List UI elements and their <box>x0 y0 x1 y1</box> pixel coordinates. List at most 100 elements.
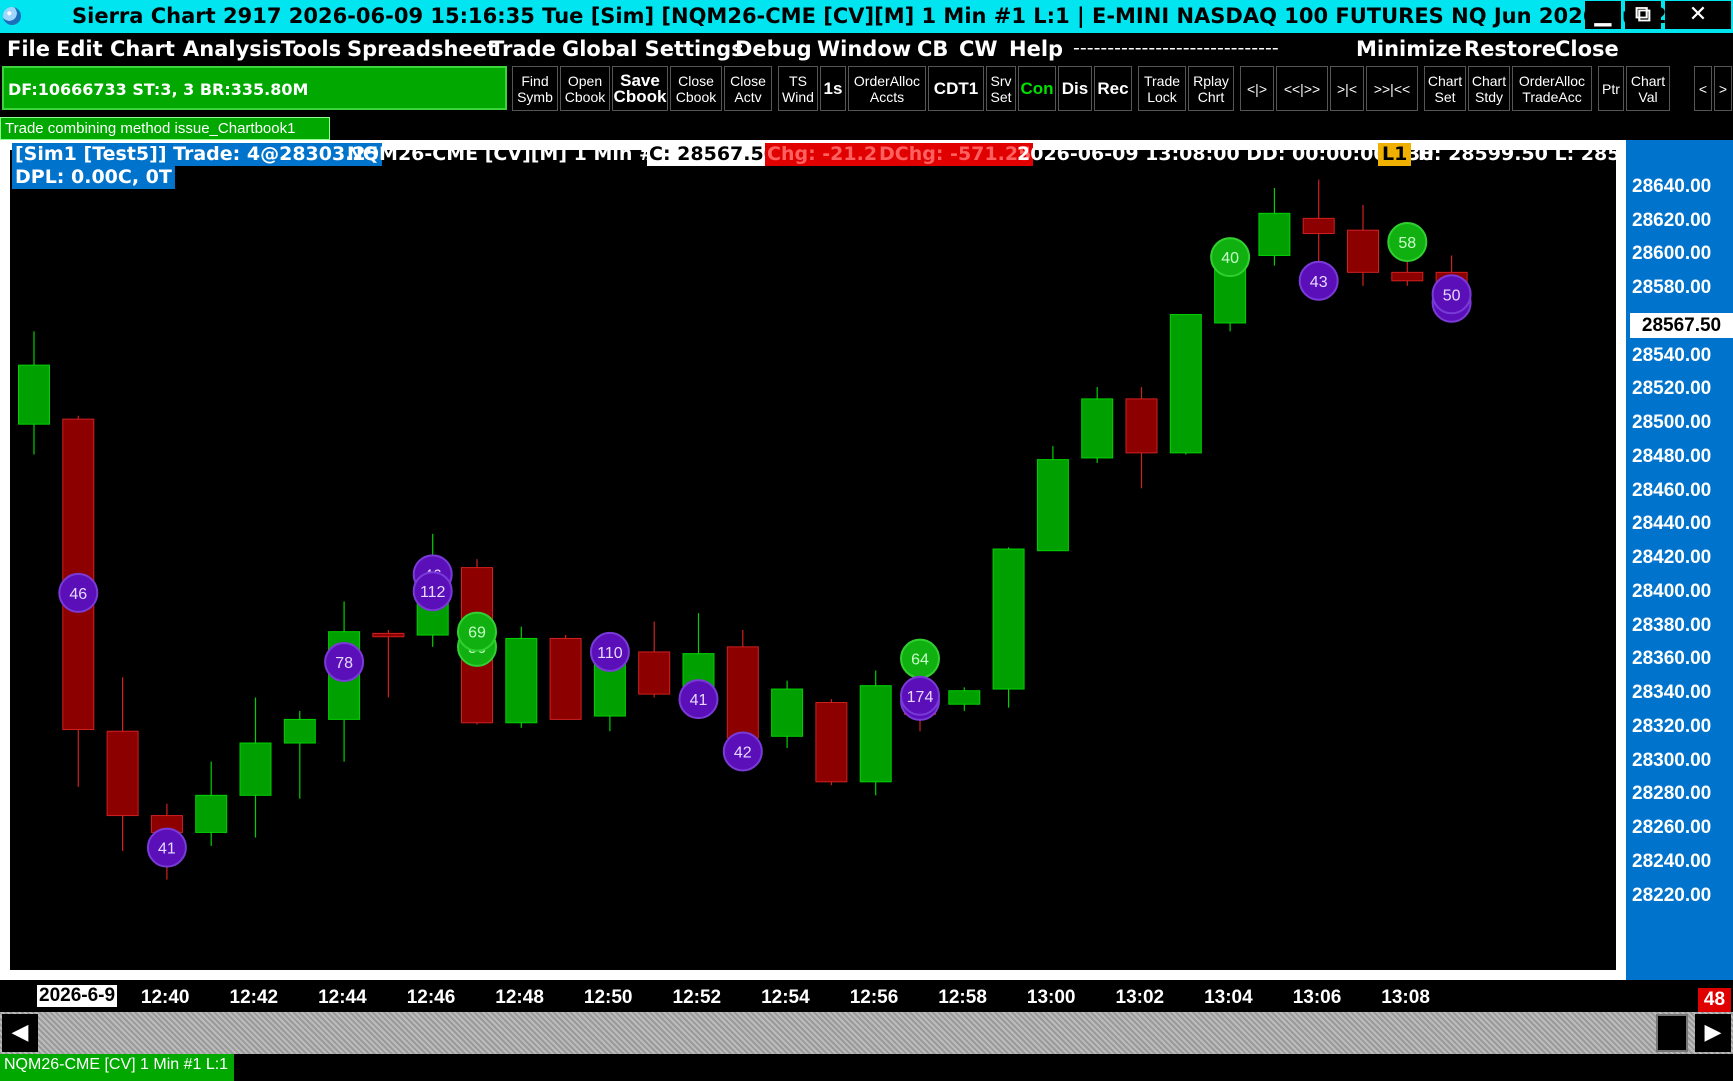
price-tick-label: 28620.00 <box>1632 209 1712 231</box>
marker-label: 46 <box>69 586 87 603</box>
order-alloc-accounts-button[interactable]: OrderAlloc Accts <box>848 66 926 111</box>
menu-file[interactable]: File <box>7 37 50 61</box>
menu-cw[interactable]: CW <box>959 37 998 61</box>
candle-body <box>283 718 316 744</box>
price-tick-label: 28580.00 <box>1632 277 1712 299</box>
menu-separator: ------------------------------ <box>1073 37 1279 59</box>
scroll-center-button[interactable]: <|> <box>1240 66 1274 111</box>
candle-body <box>1258 212 1291 256</box>
symbol-info: NQM26-CME [CV][M] 1 Min #1 <box>347 143 669 165</box>
restore-button[interactable]: ⧉ <box>1625 1 1661 29</box>
horizontal-scrollbar[interactable] <box>0 1012 1733 1054</box>
server-settings-button[interactable]: Srv Set <box>986 66 1016 111</box>
price-chart[interactable]: 46417846112566911041426417440435850 <box>10 140 1626 970</box>
toolbar-scroll-left-button[interactable]: < <box>1694 66 1712 111</box>
candle-body <box>372 632 405 638</box>
candle-body <box>815 702 848 783</box>
bar-count-badge: 48 <box>1698 988 1731 1012</box>
menu-analysis[interactable]: Analysis <box>183 37 281 61</box>
close-button[interactable]: ✕ <box>1665 1 1731 29</box>
minimize-button[interactable]: ▁ <box>1585 1 1621 29</box>
scroll-left-button[interactable]: ◀ <box>2 1014 38 1052</box>
menu-edit[interactable]: Edit <box>56 37 103 61</box>
compress-button[interactable]: >|< <box>1330 66 1364 111</box>
price-tick-label: 28640.00 <box>1632 176 1712 197</box>
cdt1-button[interactable]: CDT1 <box>928 66 984 111</box>
candle <box>18 331 50 455</box>
open-chartbook-button[interactable]: Open Cbook <box>560 66 610 111</box>
toolbar-scroll-right-button[interactable]: > <box>1714 66 1732 111</box>
connect-button[interactable]: Con <box>1018 66 1056 111</box>
marker-label: 112 <box>420 584 446 601</box>
close-chartbook-button[interactable]: Close Cbook <box>670 66 722 111</box>
menu-close[interactable]: Close <box>1555 37 1619 61</box>
menu-bar: File Edit Chart Analysis Tools Spreadshe… <box>0 33 1733 64</box>
menu-help[interactable]: Help <box>1009 37 1063 61</box>
order-alloc-tradeacc-button[interactable]: OrderAlloc TradeAcc <box>1512 66 1592 111</box>
candle <box>859 670 892 796</box>
save-chartbook-button[interactable]: Save Cbook <box>612 66 668 111</box>
scroll-thumb[interactable] <box>1656 1014 1688 1052</box>
sell-fill-marker[interactable]: 42 <box>722 731 763 772</box>
menu-cb[interactable]: CB <box>917 37 948 61</box>
trade-account-info: [Sim1 [Test5]] Trade: 4@28303.25 <box>12 143 382 166</box>
sell-fill-marker[interactable]: 41 <box>678 679 719 720</box>
sell-fill-marker[interactable]: 174 <box>900 675 940 716</box>
buy-fill-marker[interactable]: 64 <box>900 638 940 679</box>
price-tick-label: 28600.00 <box>1632 243 1712 265</box>
pointer-button[interactable]: Ptr <box>1598 66 1624 111</box>
find-symbol-button[interactable]: Find Symb <box>512 66 558 111</box>
menu-tools[interactable]: Tools <box>281 37 341 61</box>
time-tick-label: 12:42 <box>229 987 279 1008</box>
ts-window-button[interactable]: TS Wind <box>778 66 818 111</box>
chartbook-tab[interactable]: Trade combining method issue_Chartbook1 <box>0 117 330 140</box>
close-active-button[interactable]: Close Actv <box>724 66 772 111</box>
time-axis[interactable]: 2026-6-9 12:40 12:42 12:44 12:46 12:48 12:50 1… <box>0 980 1733 1012</box>
buy-fill-marker[interactable]: 69 <box>457 611 497 652</box>
sell-fill-marker[interactable]: 78 <box>324 642 365 683</box>
price-tick-label: 28280.00 <box>1632 783 1712 805</box>
one-second-button[interactable]: 1s <box>820 66 846 111</box>
chart-settings-button[interactable]: Chart Set <box>1424 66 1466 111</box>
sell-fill-marker[interactable]: 46 <box>58 572 99 613</box>
sell-fill-marker[interactable]: 43 <box>1298 260 1339 301</box>
replay-chart-button[interactable]: Rplay Chrt <box>1188 66 1234 111</box>
candle <box>638 621 671 698</box>
price-tick-label: 28300.00 <box>1632 749 1712 771</box>
sell-fill-marker[interactable]: 110 <box>589 631 630 672</box>
price-tick-label: 28360.00 <box>1632 648 1712 670</box>
menu-minimize[interactable]: Minimize <box>1356 37 1462 61</box>
date-label: 2026-6-9 <box>37 985 118 1007</box>
expand-bars-button[interactable]: <<|>> <box>1276 66 1328 111</box>
time-tick-label: 12:54 <box>761 987 810 1008</box>
scroll-right-button[interactable]: ▶ <box>1695 1014 1731 1052</box>
price-axis[interactable]: 28220.00 28240.00 28260.00 28280.00 28300.00… <box>1626 140 1733 980</box>
reconnect-button[interactable]: Rec <box>1094 66 1132 111</box>
chart-window-tab[interactable]: NQM26-CME [CV] 1 Min #1 L:1 <box>0 1054 235 1081</box>
chart-studies-button[interactable]: Chart Stdy <box>1468 66 1510 111</box>
candle <box>372 629 405 698</box>
buy-fill-marker[interactable]: 58 <box>1387 221 1428 262</box>
buy-fill-marker[interactable]: 40 <box>1210 237 1251 278</box>
menu-global-settings[interactable]: Global Settings <box>562 37 744 61</box>
menu-window[interactable]: Window <box>817 37 911 61</box>
marker-label: 110 <box>597 645 623 662</box>
compress-bars-button[interactable]: >>|<< <box>1366 66 1418 111</box>
menu-chart[interactable]: Chart <box>110 37 175 61</box>
marker-label: 42 <box>734 744 752 761</box>
candle <box>1081 387 1114 463</box>
sell-fill-marker[interactable]: 112 <box>412 571 453 612</box>
menu-restore[interactable]: Restore <box>1464 37 1556 61</box>
menu-spreadsheet[interactable]: Spreadsheet <box>347 37 497 61</box>
trade-lock-button[interactable]: Trade Lock <box>1138 66 1186 111</box>
menu-debug[interactable]: Debug <box>735 37 812 61</box>
sell-fill-marker[interactable]: 41 <box>146 827 187 868</box>
disconnect-button[interactable]: Dis <box>1058 66 1092 111</box>
menu-trade[interactable]: Trade <box>490 37 556 61</box>
marker-label: 43 <box>1310 274 1328 291</box>
chart-values-button[interactable]: Chart Val <box>1626 66 1670 111</box>
candle-body <box>18 364 50 425</box>
sell-fill-marker[interactable]: 50 <box>1431 274 1472 315</box>
time-tick-label: 12:46 <box>406 987 456 1008</box>
candle-body <box>549 637 582 720</box>
